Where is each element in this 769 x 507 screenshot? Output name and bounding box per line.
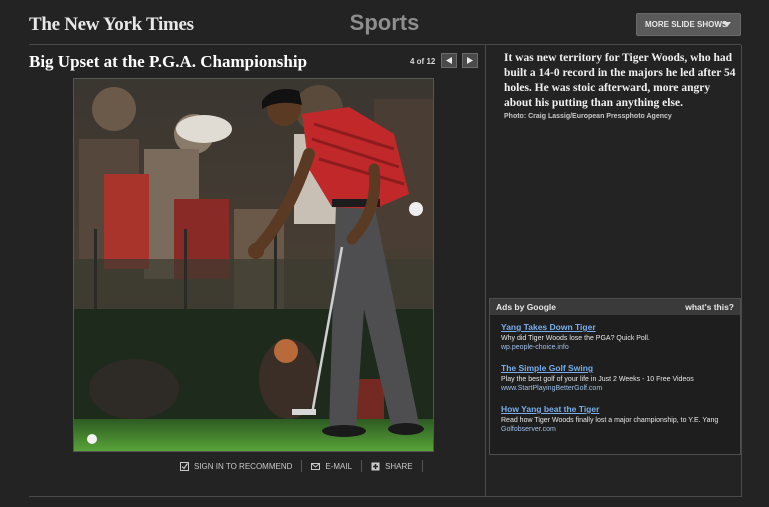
- ad-url[interactable]: wp.people-choice.info: [501, 344, 737, 351]
- checkbox-icon: [180, 461, 189, 471]
- recommend-action[interactable]: SIGN IN TO RECOMMEND: [180, 461, 293, 471]
- ad-item: Yang Takes Down Tiger Why did Tiger Wood…: [501, 322, 737, 351]
- ad-text: Play the best golf of your life in Just …: [501, 376, 694, 383]
- ads-panel: Ads by Google what's this? Yang Takes Do…: [489, 298, 741, 455]
- header: The New York Times Sports MORE SLIDE SHO…: [0, 0, 769, 46]
- email-action[interactable]: E-MAIL: [311, 462, 352, 471]
- ad-text: Read how Tiger Woods finally lost a majo…: [501, 417, 719, 424]
- ad-url[interactable]: www.StartPlayingBetterGolf.com: [501, 385, 737, 392]
- slide-photo: [73, 78, 434, 452]
- more-slide-shows-button[interactable]: MORE SLIDE SHOWS: [636, 13, 741, 36]
- action-separator: [301, 460, 303, 472]
- ad-title-link[interactable]: How Yang beat the Tiger: [501, 404, 737, 414]
- ad-title-link[interactable]: Yang Takes Down Tiger: [501, 322, 737, 332]
- ads-header: Ads by Google what's this?: [490, 299, 740, 315]
- action-separator: [421, 460, 423, 472]
- divider-top: [29, 44, 741, 45]
- slide-caption: It was new territory for Tiger Woods, wh…: [504, 52, 736, 109]
- column-divider: [485, 45, 486, 497]
- more-slide-shows-label: MORE SLIDE SHOWS: [645, 20, 728, 29]
- divider-bottom: [29, 496, 741, 497]
- photo-credit: Photo: Craig Lassig/European Pressphoto …: [504, 113, 672, 120]
- whats-this-link[interactable]: what's this?: [685, 302, 734, 312]
- right-border: [741, 45, 742, 497]
- golfer-photo-illustration: [74, 79, 433, 451]
- envelope-icon: [311, 462, 321, 470]
- arrow-right-icon: [467, 57, 473, 64]
- recommend-label: SIGN IN TO RECOMMEND: [194, 461, 293, 471]
- ad-text: Why did Tiger Woods lose the PGA? Quick …: [501, 335, 650, 342]
- ads-label: Ads by Google: [496, 302, 556, 312]
- chevron-down-icon: [723, 22, 731, 27]
- share-label: SHARE: [385, 461, 413, 471]
- ad-url[interactable]: Golfobserver.com: [501, 426, 737, 433]
- plus-box-icon: [371, 462, 380, 470]
- ad-item: How Yang beat the Tiger Read how Tiger W…: [501, 404, 737, 433]
- ad-item: The Simple Golf Swing Play the best golf…: [501, 363, 737, 392]
- article-actions: SIGN IN TO RECOMMEND E-MAIL SHARE: [180, 460, 432, 472]
- arrow-left-icon: [446, 57, 452, 64]
- slide-counter: 4 of 12: [410, 57, 436, 66]
- ad-title-link[interactable]: The Simple Golf Swing: [501, 363, 737, 373]
- email-label: E-MAIL: [325, 461, 353, 471]
- next-slide-button[interactable]: [462, 53, 478, 68]
- share-action[interactable]: SHARE: [371, 462, 413, 471]
- slideshow-title: Big Upset at the P.G.A. Championship: [29, 52, 308, 71]
- action-separator: [361, 460, 363, 472]
- previous-slide-button[interactable]: [441, 53, 457, 68]
